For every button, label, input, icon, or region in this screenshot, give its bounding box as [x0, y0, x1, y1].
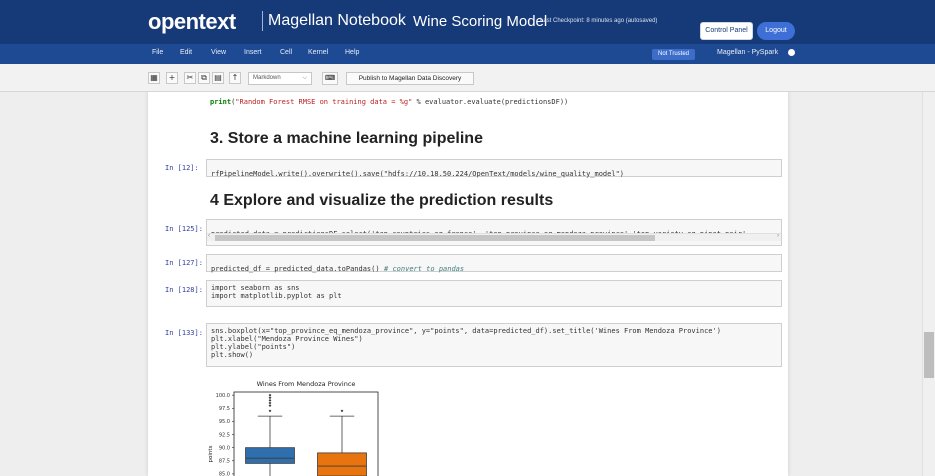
- copy-icon[interactable]: ⧉: [198, 72, 210, 84]
- y-tick-label: 90.0: [219, 445, 230, 451]
- notebook-toolbar: ▦ + ✂ ⧉ ▤ ↑ Markdown ⌵ ⌨ Publish to Magel…: [0, 64, 935, 92]
- box-body: [245, 447, 295, 464]
- box-outlier: [268, 401, 272, 405]
- y-tick-label: 92.5: [219, 432, 230, 438]
- logo-divider: [262, 11, 263, 31]
- save-icon[interactable]: ▦: [148, 72, 160, 84]
- keyboard-icon[interactable]: ⌨: [322, 72, 338, 85]
- box-outlier: [268, 404, 272, 408]
- heading-store-pipeline: 3. Store a machine learning pipeline: [210, 130, 483, 147]
- menu-file[interactable]: File: [152, 49, 163, 56]
- heading-explore: 4 Explore and visualize the prediction r…: [210, 192, 554, 209]
- box-outlier: [268, 393, 272, 397]
- box-outlier: [268, 399, 272, 402]
- menu-cell[interactable]: Cell: [280, 49, 292, 56]
- chevron-right-icon[interactable]: ›: [777, 233, 779, 239]
- chevron-down-icon: ⌵: [302, 75, 307, 81]
- menu-kernel[interactable]: Kernel: [308, 49, 328, 56]
- cell-prompt-125: In [125]:: [165, 225, 203, 233]
- product-name: Magellan Notebook: [268, 12, 406, 29]
- box-outlier: [268, 396, 272, 400]
- y-tick-label: 95.0: [219, 419, 230, 425]
- scrollbar-thumb[interactable]: [924, 332, 934, 378]
- chart-title: Wines From Mendoza Province: [257, 380, 356, 388]
- cell-prompt-128: In [128]:: [165, 286, 203, 294]
- code-cell-12[interactable]: rfPipelineModel.write().overwrite().save…: [206, 159, 782, 178]
- cell-127-code: predicted_df = predicted_data.toPandas(): [211, 265, 380, 273]
- publish-button[interactable]: Publish to Magellan Data Discovery: [346, 72, 474, 85]
- menu-bar: File Edit View Insert Cell Kernel Help N…: [0, 44, 935, 64]
- menu-view[interactable]: View: [211, 49, 226, 56]
- box-outlier: [268, 409, 272, 413]
- horizontal-scrollbar[interactable]: ‹ ›: [207, 233, 781, 241]
- box-outlier: [340, 409, 344, 413]
- code-line-rmse: print("Random Forest RMSE on training da…: [210, 98, 568, 106]
- y-axis-label: points: [208, 445, 214, 462]
- cell-type-select[interactable]: Markdown ⌵: [248, 72, 312, 85]
- app-header: opentext Magellan Notebook Wine Scoring …: [0, 0, 935, 44]
- code-cell-127[interactable]: predicted_df = predicted_data.toPandas()…: [206, 254, 782, 273]
- cell-133-line2: plt.xlabel("Mendoza Province Wines"): [211, 335, 363, 343]
- cell-prompt-133: In [133]:: [165, 329, 203, 337]
- y-tick-label: 85.0: [219, 472, 230, 476]
- code-cell-133[interactable]: sns.boxplot(x="top_province_eq_mendoza_p…: [206, 323, 782, 367]
- scissors-icon[interactable]: ✂: [184, 72, 196, 84]
- cell-12-code: rfPipelineModel.write().overwrite().save…: [211, 170, 625, 178]
- notebook-area: print("Random Forest RMSE on training da…: [0, 92, 935, 476]
- kernel-status-icon: [788, 49, 795, 56]
- control-panel-button[interactable]: Control Panel: [700, 22, 753, 40]
- notebook-name[interactable]: Wine Scoring Model: [413, 13, 547, 30]
- kernel-name: Magellan - PySpark: [717, 49, 779, 56]
- boxplot-chart: Wines From Mendoza Province points 85.0 87.…: [208, 380, 379, 476]
- logout-button[interactable]: Logout: [757, 22, 795, 40]
- menu-help[interactable]: Help: [345, 49, 359, 56]
- code-cell-128[interactable]: import seaborn as sns import matplotlib.…: [206, 280, 782, 307]
- rmse-code: print("Random Forest RMSE on training da…: [210, 98, 569, 106]
- y-tick-label: 87.5: [219, 459, 230, 465]
- opentext-logo[interactable]: opentext: [148, 9, 236, 35]
- chevron-left-icon[interactable]: ‹: [208, 233, 210, 239]
- cell-128-line1: import seaborn as sns: [211, 284, 300, 292]
- menu-edit[interactable]: Edit: [180, 49, 192, 56]
- code-cell-125[interactable]: predicted_data = predictionsDF.select('t…: [206, 219, 782, 246]
- cell-type-value: Markdown: [253, 75, 281, 81]
- cell-133-line1: sns.boxplot(x="top_province_eq_mendoza_p…: [211, 327, 721, 335]
- cell-128-line2: import matplotlib.pyplot as plt: [211, 292, 342, 300]
- y-tick-label: 97.5: [219, 406, 230, 412]
- y-tick-label: 100.0: [216, 393, 230, 399]
- cell-prompt-12: In [12]:: [165, 164, 199, 172]
- paste-icon[interactable]: ▤: [212, 72, 224, 84]
- cell-prompt-127: In [127]:: [165, 259, 203, 267]
- scrollbar-thumb[interactable]: [215, 235, 655, 241]
- cell-127-comment: # convert to pandas: [384, 265, 465, 273]
- cell-133-line4: plt.show(): [211, 351, 254, 359]
- vertical-scrollbar[interactable]: [922, 92, 935, 476]
- box-body: [317, 452, 367, 476]
- menu-insert[interactable]: Insert: [244, 49, 262, 56]
- checkpoint-status: Last Checkpoint: 8 minutes ago (autosave…: [540, 18, 658, 24]
- trust-status-button[interactable]: Not Trusted: [652, 49, 695, 60]
- plus-icon[interactable]: +: [166, 72, 178, 84]
- arrow-up-icon[interactable]: ↑: [229, 72, 241, 84]
- cell-133-line3: plt.ylabel("points"): [211, 343, 296, 351]
